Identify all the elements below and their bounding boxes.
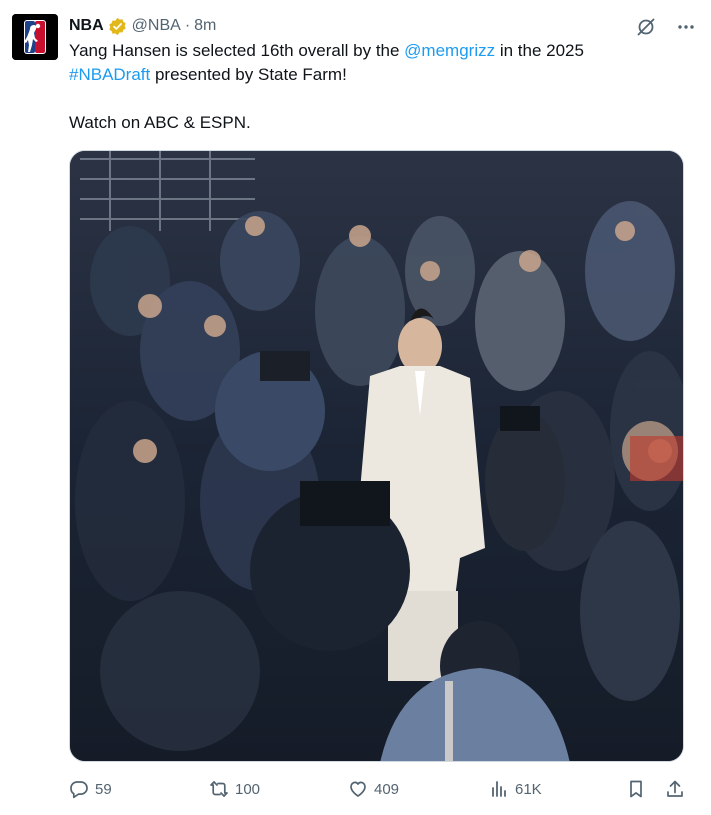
reply-icon [70,781,88,799]
tweet-header: NBA @NBA · 8m [69,15,216,37]
views-count: 61K [515,780,542,798]
share-icon [667,780,683,797]
tweet-text-line-3: Watch on ABC & ESPN. [69,113,251,132]
tweet-text-fragment: in the 2025 [495,41,584,60]
repost-button[interactable]: 100 [209,779,260,799]
tweet-text-line-1: Yang Hansen is selected 16th overall by … [69,39,689,63]
grok-icon [637,18,655,36]
tweet: NBA @NBA · 8m Yang Hansen is selected 16… [0,0,711,815]
like-icon [350,781,366,797]
hashtag-link[interactable]: #NBADraft [69,65,150,84]
separator-dot: · [184,17,191,34]
like-button[interactable]: 409 [348,779,399,799]
repost-icon [210,781,228,797]
author-name[interactable]: NBA [69,17,104,35]
grok-button[interactable] [635,16,657,38]
views-icon [492,781,506,797]
mention-link[interactable]: @memgrizz [404,41,495,60]
tweet-actions: 59 100 409 61K [69,779,689,803]
bookmark-icon [630,780,642,798]
share-button[interactable] [665,779,691,799]
tweet-text: Yang Hansen is selected 16th overall by … [69,39,689,135]
author-handle[interactable]: @NBA [132,17,181,35]
views-button[interactable]: 61K [489,779,542,799]
bookmark-button[interactable] [626,779,652,799]
tweet-media-video[interactable] [69,150,684,762]
draft-crowd-image [70,151,683,761]
repost-count: 100 [235,780,261,798]
reply-button[interactable]: 59 [69,779,112,799]
avatar[interactable] [12,14,58,60]
timestamp[interactable]: 8m [194,17,216,35]
like-count: 409 [374,780,400,798]
reply-count: 59 [95,780,112,798]
verified-badge-icon [108,17,126,35]
tweet-text-fragment: Yang Hansen is selected 16th overall by … [69,41,405,60]
more-icon [678,25,694,29]
tweet-top-actions [635,16,697,38]
more-button[interactable] [675,16,697,38]
tweet-text-fragment: presented by State Farm! [150,65,347,84]
nba-logo-icon [12,14,58,60]
tweet-text-line-2: #NBADraft presented by State Farm! [69,63,689,87]
